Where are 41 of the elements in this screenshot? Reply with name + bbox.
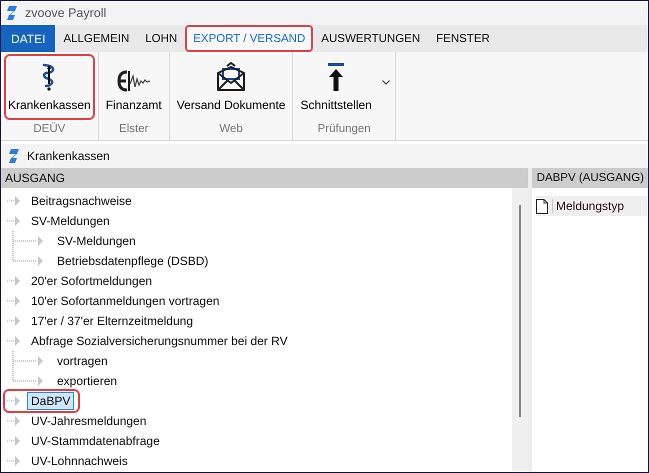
app-logo-icon bbox=[9, 149, 19, 163]
ribbon-tab[interactable]: LOHN bbox=[137, 25, 186, 52]
elster-logo-icon bbox=[116, 70, 151, 92]
tree-item[interactable]: 10'er Sofortanmeldungen vortragen bbox=[27, 292, 224, 310]
envelope-icon bbox=[216, 62, 246, 92]
ribbon-tab[interactable]: AUSWERTUNGEN bbox=[313, 25, 428, 52]
ribbon-group-label: Web bbox=[218, 122, 244, 137]
upload-icon bbox=[327, 62, 346, 92]
document-icon bbox=[536, 198, 548, 214]
caret-icon bbox=[382, 80, 390, 85]
ribbon-button[interactable]: Finanzamt bbox=[102, 54, 166, 120]
ribbon-group-label: Elster bbox=[118, 122, 150, 137]
file-menu-tab[interactable]: DATEI bbox=[1, 25, 56, 52]
tree-item[interactable]: DaBPV bbox=[27, 392, 74, 410]
tree-item[interactable]: SV-Meldungen bbox=[53, 232, 140, 250]
tree-item[interactable]: 20'er Sofortmeldungen bbox=[27, 272, 156, 290]
tree-item[interactable]: Betriebsdatenpflege (DSBD) bbox=[53, 252, 212, 270]
tree-item[interactable]: UV-Stammdatenabfrage bbox=[27, 432, 164, 450]
ribbon-tab[interactable]: EXPORT / VERSAND bbox=[185, 25, 314, 52]
tree-item[interactable]: exportieren bbox=[53, 372, 122, 390]
ribbon-button[interactable]: Schnittstellen bbox=[296, 54, 392, 120]
scrollbar[interactable] bbox=[512, 188, 528, 472]
tree-item[interactable]: 17'er / 37'er Elternzeitmeldung bbox=[27, 312, 198, 330]
ribbon-button[interactable]: Krankenkassen bbox=[4, 54, 95, 120]
column-header[interactable]: Meldungstyp bbox=[536, 196, 648, 216]
window-title: zvoove Payroll bbox=[25, 6, 106, 20]
tree-item[interactable]: vortragen bbox=[53, 352, 112, 370]
detail-header: DABPV (AUSGANG) bbox=[532, 168, 648, 188]
tree-item[interactable]: Abfrage Sozialversicherungsnummer bei der RV bbox=[27, 332, 292, 350]
tree-item[interactable]: Beitragsnachweise bbox=[27, 192, 136, 210]
ribbon-tab[interactable]: ALLGEMEIN bbox=[55, 25, 138, 52]
ribbon-group-label: Prüfungen bbox=[316, 122, 372, 137]
ribbon-group-label: DEÜV bbox=[32, 121, 66, 137]
panel-title: Krankenkassen bbox=[27, 149, 110, 163]
tree-item[interactable]: UV-Jahresmeldungen bbox=[27, 412, 150, 430]
tree-item[interactable]: SV-Meldungen bbox=[27, 212, 114, 230]
ribbon-button[interactable]: Versand Dokumente bbox=[172, 54, 290, 120]
tree-item[interactable]: UV-Lohnnachweis bbox=[27, 452, 132, 470]
app-logo-icon bbox=[7, 6, 17, 20]
tree-header: AUSGANG bbox=[1, 168, 528, 188]
ribbon-tab[interactable]: FENSTER bbox=[428, 25, 498, 52]
